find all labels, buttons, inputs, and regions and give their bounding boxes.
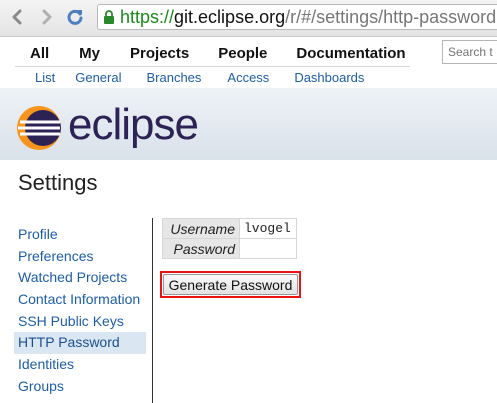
sidebar-item-ssh-public-keys[interactable]: SSH Public Keys bbox=[14, 311, 146, 333]
url-path: /r/#/settings/http-password bbox=[285, 6, 497, 27]
menu-people[interactable]: People bbox=[218, 45, 267, 62]
password-value bbox=[239, 238, 297, 259]
url-scheme: https:// bbox=[120, 6, 175, 27]
settings-sidebar: Profile Preferences Watched Projects Con… bbox=[14, 224, 146, 398]
sidebar-item-http-password[interactable]: HTTP Password bbox=[14, 332, 146, 355]
username-label: Username bbox=[162, 218, 240, 239]
username-row: Username lvogel bbox=[162, 218, 297, 239]
menu-my[interactable]: My bbox=[79, 45, 100, 62]
sidebar-item-contact-information[interactable]: Contact Information bbox=[14, 289, 146, 311]
submenu-dashboards[interactable]: Dashboards bbox=[294, 70, 364, 85]
submenu-access[interactable]: Access bbox=[227, 70, 269, 85]
reload-button[interactable] bbox=[64, 6, 86, 28]
search-input[interactable] bbox=[442, 40, 497, 64]
username-value: lvogel bbox=[239, 218, 297, 239]
password-row: Password bbox=[162, 238, 297, 259]
sidebar-item-profile[interactable]: Profile bbox=[14, 224, 146, 246]
forward-button[interactable] bbox=[36, 6, 58, 28]
menu-all[interactable]: All bbox=[30, 45, 49, 62]
lock-icon bbox=[102, 9, 120, 25]
top-menu: All My Projects People Documentation bbox=[15, 40, 410, 67]
forward-arrow-icon bbox=[42, 9, 52, 25]
submenu-general[interactable]: General bbox=[75, 70, 121, 85]
generate-password-button[interactable]: Generate Password bbox=[163, 274, 298, 295]
menu-projects[interactable]: Projects bbox=[130, 45, 189, 62]
url-host: git.eclipse.org bbox=[174, 6, 286, 27]
password-label: Password bbox=[162, 238, 240, 259]
sub-menu: List General Branches Access Dashboards bbox=[15, 67, 410, 87]
submenu-branches[interactable]: Branches bbox=[146, 70, 201, 85]
address-bar[interactable]: https:// git.eclipse.org /r/#/settings/h… bbox=[97, 4, 497, 30]
menu-documentation[interactable]: Documentation bbox=[296, 45, 405, 62]
submenu-list[interactable]: List bbox=[35, 70, 55, 85]
back-button[interactable] bbox=[6, 6, 28, 28]
sidebar-item-watched-projects[interactable]: Watched Projects bbox=[14, 267, 146, 289]
back-arrow-icon bbox=[12, 9, 22, 25]
http-password-form: Username lvogel Password bbox=[162, 218, 297, 259]
browser-toolbar: https:// git.eclipse.org /r/#/settings/h… bbox=[0, 0, 497, 37]
sidebar-divider bbox=[152, 218, 153, 403]
generate-password-highlight: Generate Password bbox=[160, 271, 301, 298]
sidebar-item-identities[interactable]: Identities bbox=[14, 354, 146, 376]
sidebar-item-groups[interactable]: Groups bbox=[14, 376, 146, 398]
eclipse-logo-icon[interactable] bbox=[16, 105, 62, 151]
eclipse-logo-text: eclipse bbox=[68, 100, 199, 149]
page-title: Settings bbox=[18, 170, 98, 195]
sidebar-item-preferences[interactable]: Preferences bbox=[14, 246, 146, 268]
reload-icon bbox=[67, 9, 83, 25]
